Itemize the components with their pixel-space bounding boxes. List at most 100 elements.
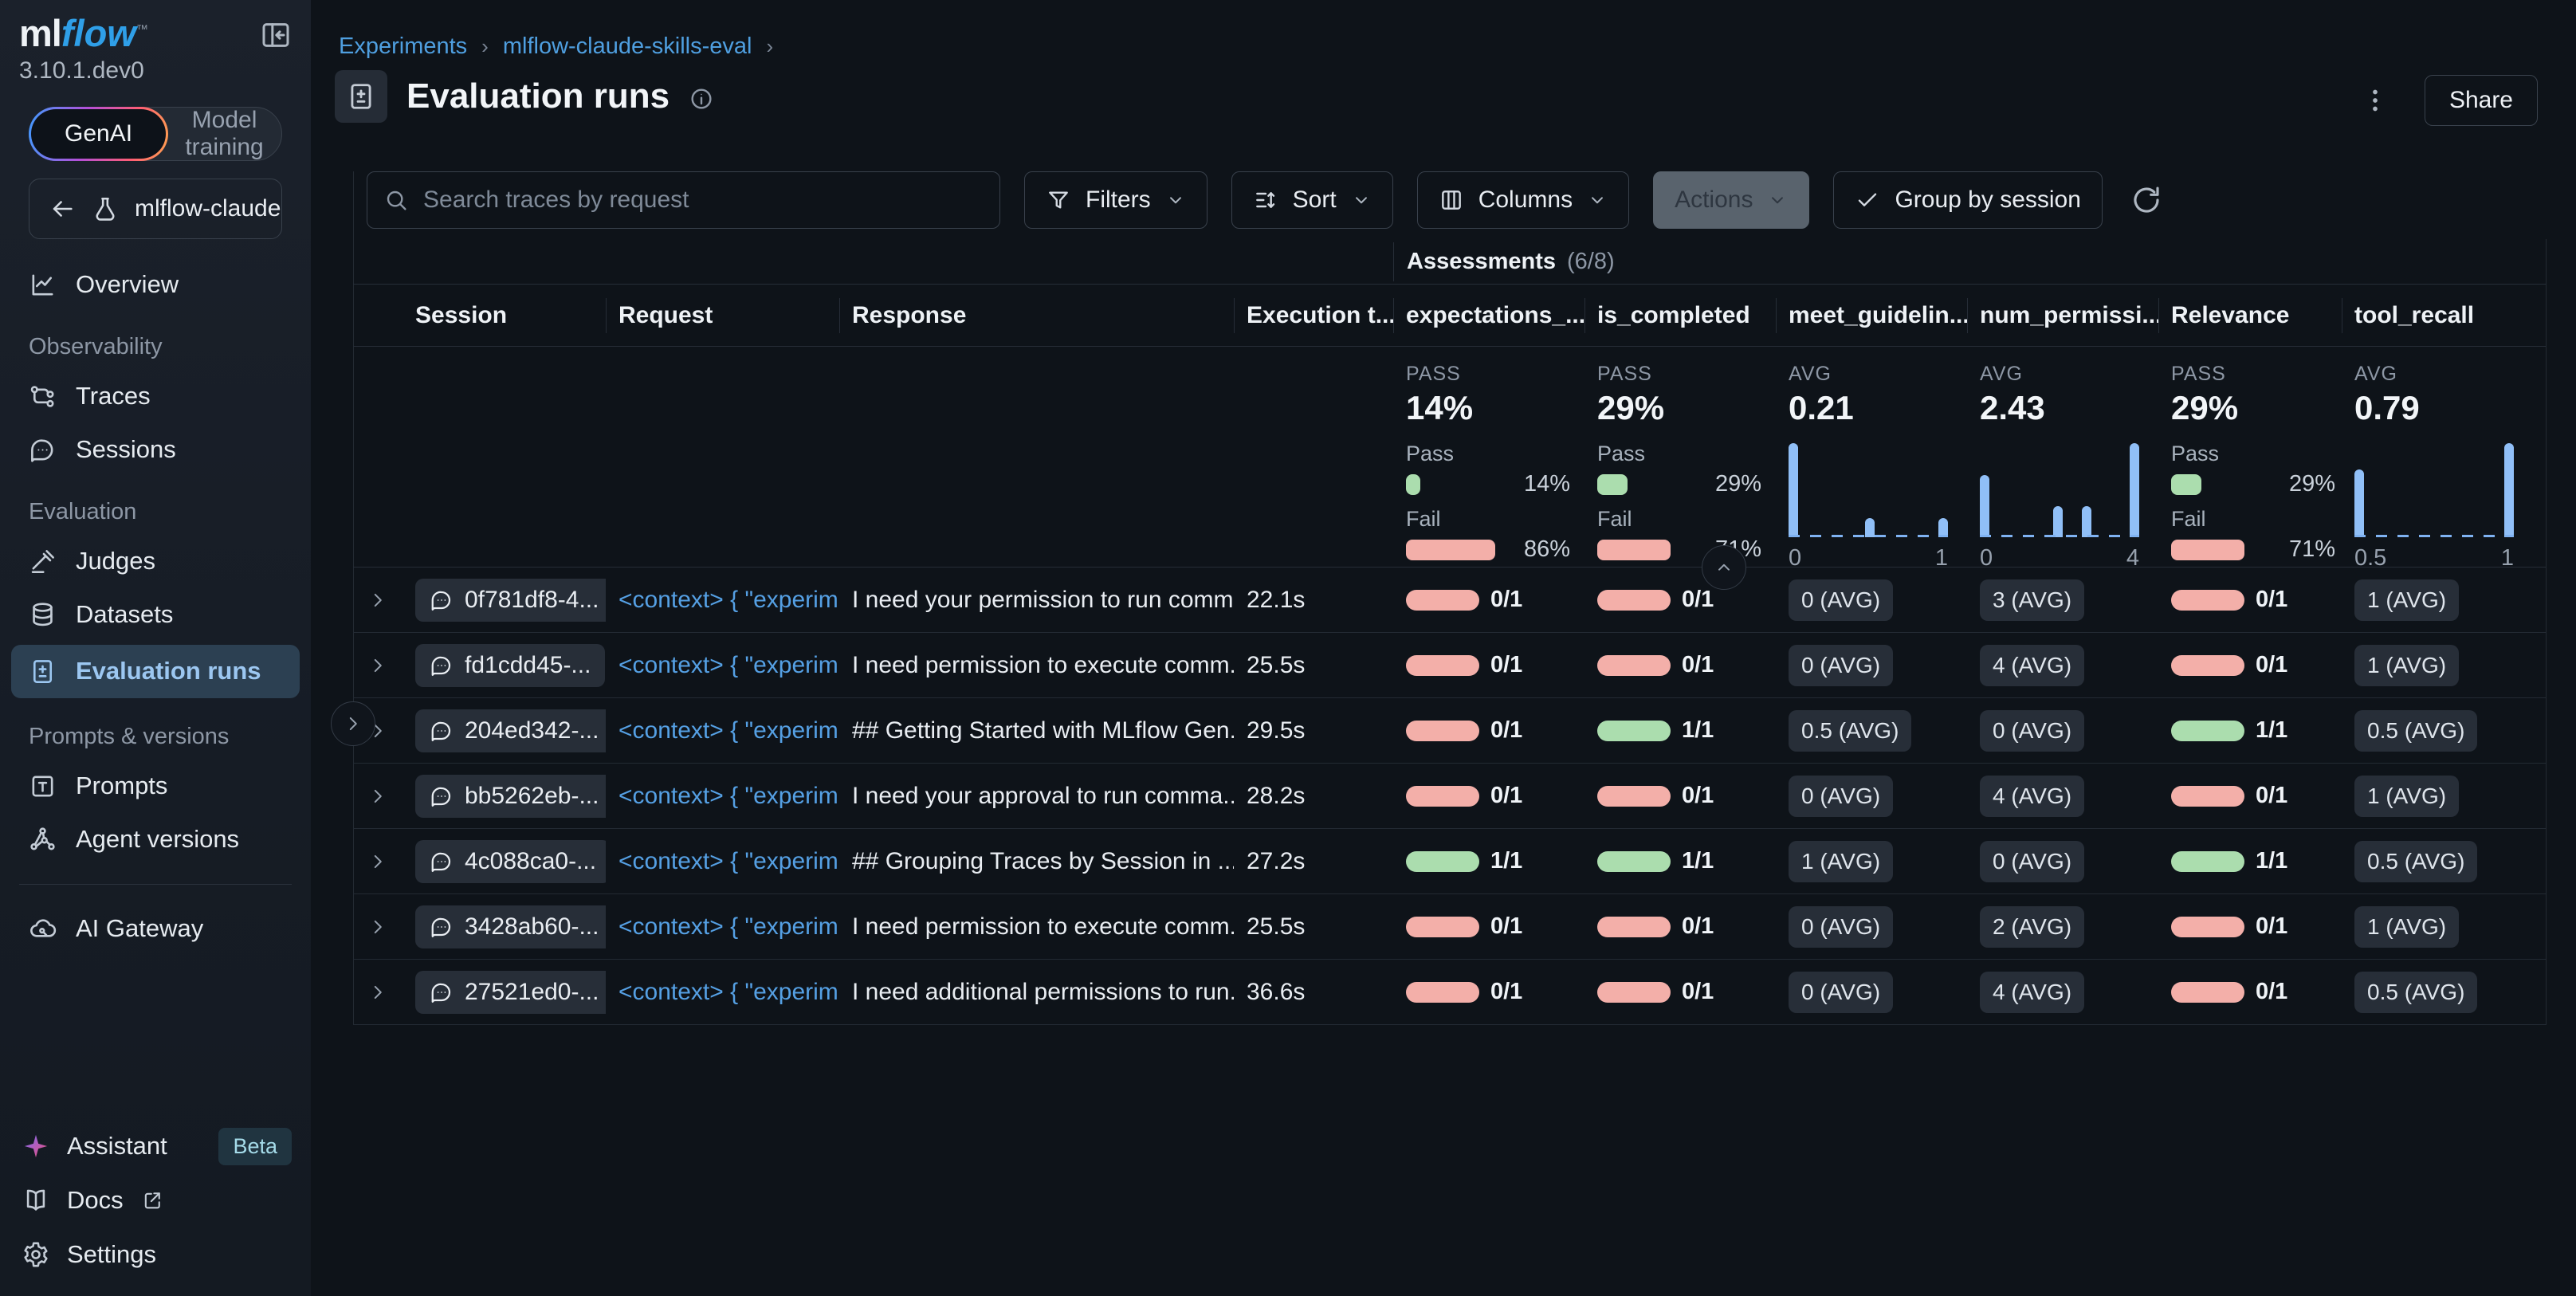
avg-value-badge: 0.5 (AVG) [2354,710,2477,752]
legend-pass-label: Pass [1406,442,1570,466]
legend-fail-label: Fail [1406,507,1570,532]
row-expander[interactable] [353,917,402,937]
table-row[interactable]: 204ed342-...<context> { "experime## Gett… [353,698,2547,764]
column-header-expectations-[interactable]: expectations_... [1393,285,1584,346]
footer-item-docs[interactable]: Docs [22,1173,292,1227]
sidebar-item-evaluation-runs[interactable]: Evaluation runs [11,645,300,698]
sidebar-item-judges[interactable]: Judges [0,535,311,588]
request-cell[interactable]: <context> { "experime [606,913,839,941]
column-header-tool-recall[interactable]: tool_recall [2342,285,2547,346]
session-cell: 3428ab60-... [402,905,606,948]
chevron-up-icon [1714,557,1734,578]
legend-fail-row: 71% [2171,536,2335,563]
score-value: 1/1 [2256,717,2287,744]
assessment-cell: 0/1 [1584,979,1776,1005]
fail-score-bar [2171,982,2244,1003]
session-id: 27521ed0-... [465,979,599,1006]
avg-value-badge: 0 (AVG) [1980,841,2084,882]
request-cell[interactable]: <context> { "experime [606,979,839,1006]
share-button[interactable]: Share [2425,75,2538,126]
session-link[interactable]: bb5262eb-... [415,775,606,818]
request-cell[interactable]: <context> { "experime [606,783,839,810]
sidebar-item-sessions[interactable]: Sessions [0,423,311,477]
axis-min-label: 0.5 [2354,545,2386,567]
columns-button[interactable]: Columns [1417,171,1629,229]
search-box[interactable] [367,171,1000,229]
sidebar-item-overview[interactable]: Overview [0,258,311,312]
actions-button[interactable]: Actions [1653,171,1809,229]
table-row[interactable]: 0f781df8-4...<context> { "experimeI need… [353,567,2547,633]
sidebar-section-label: Observability [0,312,311,370]
column-header-response[interactable]: Response [839,285,1234,346]
breadcrumb-experiment-name[interactable]: mlflow-claude-skills-eval [503,33,752,60]
column-header-session[interactable]: Session [402,285,606,346]
column-header-num-permissi-[interactable]: num_permissi... [1967,285,2158,346]
sidebar-item-datasets[interactable]: Datasets [0,588,311,642]
fail-score-bar [1597,590,1671,611]
summary-metric-label: AVG [2354,363,2540,386]
assessment-cell: 0/1 [2158,652,2342,678]
row-expander[interactable] [353,590,402,611]
response-cell: I need your permission to run comm... [839,587,1234,614]
group-by-session-button[interactable]: Group by session [1833,171,2102,229]
table-row[interactable]: 3428ab60-...<context> { "experimeI need … [353,894,2547,960]
session-link[interactable]: fd1cdd45-... [415,644,605,687]
table-row[interactable]: fd1cdd45-...<context> { "experimeI need … [353,633,2547,698]
assessment-cell: 0/1 [2158,913,2342,940]
column-header-meet-guidelin-[interactable]: meet_guidelin... [1776,285,1967,346]
tab-genai[interactable]: GenAI [31,109,166,159]
request-cell[interactable]: <context> { "experime [606,587,839,614]
collapse-summary-button[interactable] [1702,545,1746,590]
column-header-is-completed[interactable]: is_completed [1584,285,1776,346]
sidebar-item-traces[interactable]: Traces [0,370,311,423]
footer-item-settings[interactable]: Settings [22,1227,292,1282]
session-link[interactable]: 27521ed0-... [415,971,606,1014]
table-row[interactable]: 4c088ca0-...<context> { "experime## Grou… [353,829,2547,894]
avg-value-badge: 2 (AVG) [1980,906,2084,948]
column-header-relevance[interactable]: Relevance [2158,285,2342,346]
info-icon[interactable] [689,86,714,112]
expand-panel-button[interactable] [331,701,375,746]
summary-metric-value: 0.79 [2354,389,2540,427]
summary-cell-tool-recall: AVG0.790.51 [2342,347,2547,567]
session-link[interactable]: 4c088ca0-... [415,840,606,883]
experiment-selector[interactable]: mlflow-claude-sk... [29,179,282,239]
session-link[interactable]: 204ed342-... [415,709,606,752]
request-cell[interactable]: <context> { "experime [606,652,839,679]
row-expander[interactable] [353,982,402,1003]
overflow-menu-button[interactable] [2361,86,2389,115]
table-row[interactable]: bb5262eb-...<context> { "experimeI need … [353,764,2547,829]
sidebar-item-prompts[interactable]: Prompts [0,760,311,813]
table-row[interactable]: 27521ed0-...<context> { "experimeI need … [353,960,2547,1025]
assessments-group-header: Assessments(6/8) [353,239,2547,285]
pass-percent: 29% [1715,471,1761,497]
chevron-right-icon [367,917,388,937]
sidebar-collapse-icon[interactable] [260,19,292,51]
row-expander[interactable] [353,851,402,872]
request-cell[interactable]: <context> { "experime [606,717,839,744]
tab-model-training[interactable]: Model training [167,107,281,161]
request-cell[interactable]: <context> { "experime [606,848,839,875]
footer-item-assistant[interactable]: AssistantBeta [22,1119,292,1173]
breadcrumb-experiments[interactable]: Experiments [339,33,467,60]
score-value: 1/1 [1682,848,1714,874]
chart-line-icon [29,271,57,299]
session-link[interactable]: 3428ab60-... [415,905,606,948]
sidebar-item-ai-gateway[interactable]: AI Gateway [0,902,311,956]
column-header-request[interactable]: Request [606,285,839,346]
fail-score-bar [1406,721,1479,741]
fail-score-bar [1597,982,1671,1003]
row-expander[interactable] [353,786,402,807]
row-expander[interactable] [353,655,402,676]
sort-button[interactable]: Sort [1231,171,1393,229]
refresh-icon[interactable] [2130,183,2163,217]
assessment-cell: 0 (AVG) [1776,579,1967,621]
score-value: 0/1 [1490,652,1522,678]
search-input[interactable] [422,186,984,214]
session-link[interactable]: 0f781df8-4... [415,579,606,622]
filters-button[interactable]: Filters [1024,171,1208,229]
evaluation-runs-table: Assessments(6/8) SessionRequestResponseE… [353,239,2547,1025]
sidebar-item-agent-versions[interactable]: Agent versions [0,813,311,866]
column-header-execution-t-[interactable]: Execution t... [1234,285,1393,346]
axis-max-label: 4 [2126,545,2139,567]
